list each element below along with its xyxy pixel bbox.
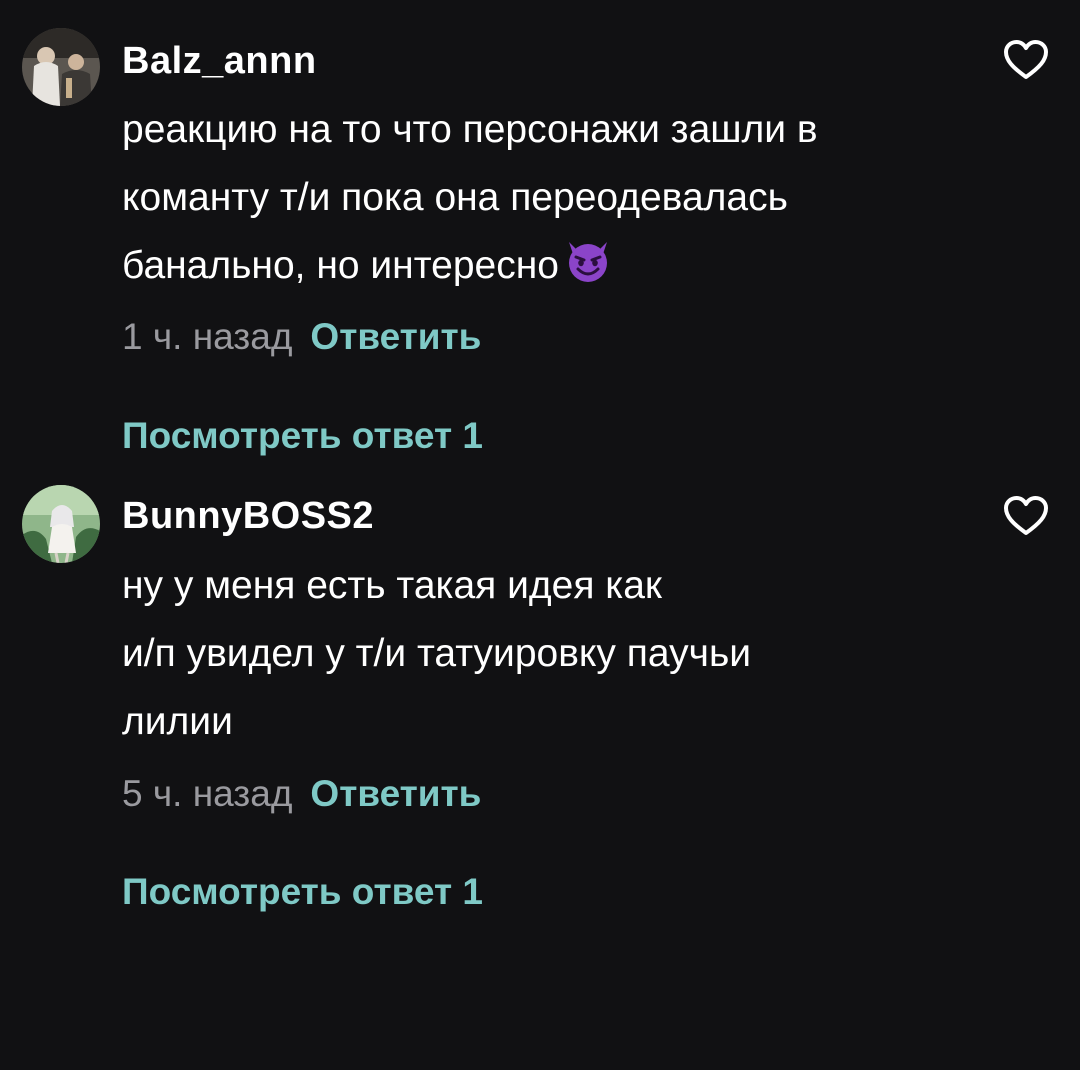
- comment-username[interactable]: Balz_annn: [122, 37, 317, 85]
- smiling-devil-icon: [563, 236, 613, 308]
- comment-meta: 5 ч. назад Ответить: [122, 770, 481, 818]
- view-replies-button[interactable]: Посмотреть ответ 1: [122, 412, 483, 460]
- comment-body: реакцию на то что персонажи зашли в кома…: [122, 96, 818, 308]
- heart-icon[interactable]: [1002, 494, 1050, 538]
- comment-text-line: команту т/и пока она переодевалась: [122, 176, 788, 219]
- heart-icon[interactable]: [1002, 38, 1050, 82]
- user-avatar[interactable]: [22, 28, 100, 106]
- comment-text-line: и/п увидел у т/и татуировку паучьи: [122, 632, 752, 675]
- comment-text-line-content: банально, но интересно: [122, 244, 559, 287]
- comment-body: ну у меня есть такая идея как и/п увидел…: [122, 552, 751, 756]
- comment-text-line: реакцию на то что персонажи зашли в: [122, 108, 818, 151]
- comment-timestamp: 1 ч. назад: [122, 316, 293, 357]
- comment-text-line: ну у меня есть такая идея как: [122, 564, 662, 607]
- comment-username[interactable]: BunnyBOSS2: [122, 492, 374, 540]
- user-avatar[interactable]: [22, 485, 100, 563]
- view-replies-button[interactable]: Посмотреть ответ 1: [122, 868, 483, 916]
- reply-button[interactable]: Ответить: [310, 316, 481, 357]
- comment-text-line: лилии: [122, 700, 233, 743]
- comment-meta: 1 ч. назад Ответить: [122, 313, 481, 361]
- comment-timestamp: 5 ч. назад: [122, 773, 293, 814]
- reply-button[interactable]: Ответить: [310, 773, 481, 814]
- comment-text-line: банально, но интересно: [122, 232, 818, 308]
